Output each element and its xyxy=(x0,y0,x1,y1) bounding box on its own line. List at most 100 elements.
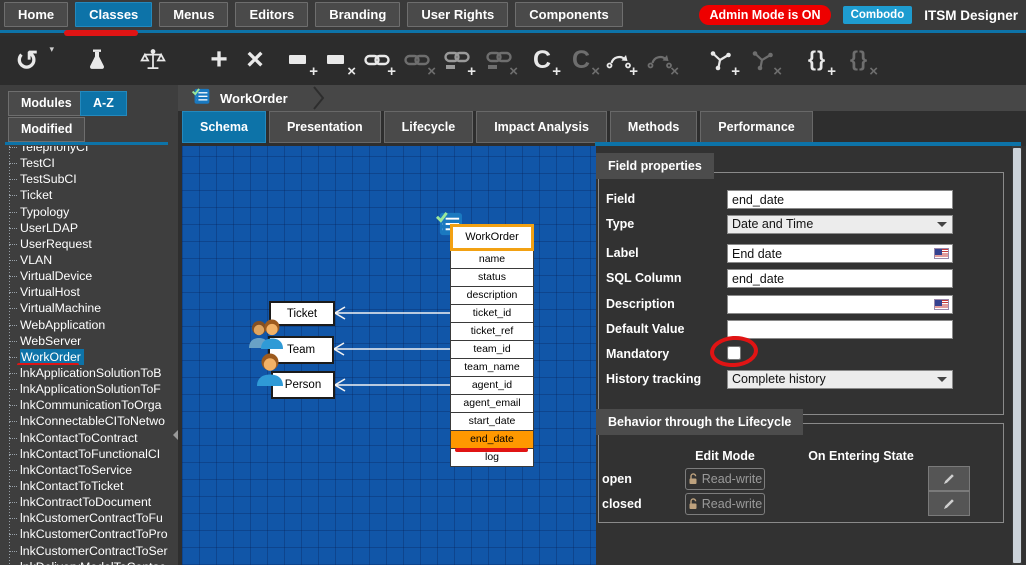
list-item[interactable]: lnkContactToService xyxy=(6,462,172,478)
delete-icon[interactable]: × xyxy=(240,44,270,76)
list-item-workorder-selected[interactable]: WorkOrder xyxy=(6,349,172,365)
on-entering-state-column-header: On Entering State xyxy=(801,449,921,463)
add-method-icon[interactable]: {}+ xyxy=(802,44,832,76)
menu-classes[interactable]: Classes xyxy=(75,2,152,27)
menu-menus[interactable]: Menus xyxy=(159,2,228,27)
menu-home[interactable]: Home xyxy=(4,2,68,27)
tab-schema[interactable]: Schema xyxy=(182,111,266,143)
list-item[interactable]: lnkCommunicationToOrga xyxy=(6,397,172,413)
list-item[interactable]: lnkContactToTicket xyxy=(6,478,172,494)
list-item[interactable]: lnkContractToDocument xyxy=(6,494,172,510)
type-select[interactable]: Date and Time xyxy=(727,215,953,234)
chevron-down-icon xyxy=(937,377,947,382)
entity-field-status[interactable]: status xyxy=(450,269,534,287)
list-item[interactable]: lnkCustomerContractToFu xyxy=(6,510,172,526)
class-list: TelephonyCI TestCI TestSubCI Ticket Typo… xyxy=(6,146,172,565)
delete-state-icon: C× xyxy=(566,44,596,76)
field-input[interactable] xyxy=(727,190,953,209)
entity-field-start-date[interactable]: start_date xyxy=(450,413,534,431)
entity-field-name[interactable]: name xyxy=(450,251,534,269)
list-item[interactable]: TelephonyCI xyxy=(6,146,172,155)
description-input[interactable] xyxy=(727,295,953,314)
pencil-icon xyxy=(943,473,955,485)
entity-field-description[interactable]: description xyxy=(450,287,534,305)
flask-sandbox-icon[interactable] xyxy=(82,44,112,76)
tab-performance[interactable]: Performance xyxy=(700,111,812,143)
entity-field-agent-email[interactable]: agent_email xyxy=(450,395,534,413)
tab-impact-analysis[interactable]: Impact Analysis xyxy=(476,111,607,143)
list-item[interactable]: VirtualMachine xyxy=(6,300,172,316)
list-item[interactable]: lnkContactToFunctionalCI xyxy=(6,446,172,462)
list-item[interactable]: UserLDAP xyxy=(6,220,172,236)
open-on-entering-state-edit-button[interactable] xyxy=(928,466,970,491)
add-external-key-icon[interactable]: + xyxy=(442,44,472,76)
closed-edit-mode-button[interactable]: Read-write xyxy=(685,493,765,515)
undo-icon[interactable]: ↺▾ xyxy=(12,44,42,76)
list-item[interactable]: Ticket xyxy=(6,187,172,203)
delete-field-icon[interactable]: × xyxy=(322,44,352,76)
entity-workorder-table[interactable]: WorkOrder name status description ticket… xyxy=(450,224,534,467)
tab-lifecycle[interactable]: Lifecycle xyxy=(384,111,474,143)
entity-workorder-header[interactable]: WorkOrder xyxy=(450,224,534,251)
menu-components[interactable]: Components xyxy=(515,2,622,27)
list-item[interactable]: lnkApplicationSolutionToF xyxy=(6,381,172,397)
closed-on-entering-state-edit-button[interactable] xyxy=(928,491,970,516)
top-menu-bar: Home Classes Menus Editors Branding User… xyxy=(0,0,1026,33)
delete-link-icon: × xyxy=(402,44,432,76)
list-item[interactable]: TestCI xyxy=(6,155,172,171)
combodo-brand-button[interactable]: Combodo xyxy=(843,6,913,24)
list-item[interactable]: VirtualDevice xyxy=(6,268,172,284)
menu-branding[interactable]: Branding xyxy=(315,2,400,27)
list-item[interactable]: TestSubCI xyxy=(6,171,172,187)
admin-mode-badge: Admin Mode is ON xyxy=(699,5,830,25)
lifecycle-behavior-legend: Behavior through the Lifecycle xyxy=(596,409,803,435)
add-field-icon[interactable]: + xyxy=(284,44,314,76)
open-edit-mode-button[interactable]: Read-write xyxy=(685,468,765,490)
entity-field-end-date-selected[interactable]: end_date xyxy=(450,431,534,449)
sidebar-collapse-handle[interactable] xyxy=(168,430,178,440)
entity-field-agent-id[interactable]: agent_id xyxy=(450,377,534,395)
list-item[interactable]: WebServer xyxy=(6,333,172,349)
add-icon[interactable]: + xyxy=(204,44,234,76)
add-state-icon[interactable]: C+ xyxy=(527,44,557,76)
list-item[interactable]: lnkConnectableCIToNetwo xyxy=(6,413,172,429)
list-item[interactable]: lnkApplicationSolutionToB xyxy=(6,365,172,381)
list-item[interactable]: WebApplication xyxy=(6,317,172,333)
entity-field-team-id[interactable]: team_id xyxy=(450,341,534,359)
sql-column-label: SQL Column xyxy=(606,271,681,285)
default-value-input[interactable] xyxy=(727,320,953,339)
schema-diagram-canvas[interactable]: Ticket Team Person WorkOrder name status… xyxy=(182,146,596,565)
list-item[interactable]: lnkDeliveryModelToContac xyxy=(6,559,172,565)
sidebar-tab-modules[interactable]: Modules xyxy=(8,91,85,116)
list-item[interactable]: lnkCustomerContractToPro xyxy=(6,526,172,542)
menu-editors[interactable]: Editors xyxy=(235,2,308,27)
entity-field-ticket-id[interactable]: ticket_id xyxy=(450,305,534,323)
list-item[interactable]: VLAN xyxy=(6,252,172,268)
tab-presentation[interactable]: Presentation xyxy=(269,111,381,143)
class-browser-sidebar: Modules A-Z Modified TelephonyCI TestCI … xyxy=(0,85,178,565)
tab-methods[interactable]: Methods xyxy=(610,111,697,143)
add-transition-icon[interactable]: + xyxy=(604,44,634,76)
label-input[interactable] xyxy=(727,244,953,263)
add-relation-icon[interactable]: + xyxy=(706,44,736,76)
undo-dropdown-caret[interactable]: ▾ xyxy=(49,44,54,55)
annotation-underline-classes xyxy=(64,30,138,36)
scales-audit-icon[interactable] xyxy=(138,44,168,76)
add-link-icon[interactable]: + xyxy=(362,44,392,76)
props-scrollbar-thumb[interactable] xyxy=(1013,148,1021,563)
menu-user-rights[interactable]: User Rights xyxy=(407,2,508,27)
itsm-designer-window: Home Classes Menus Editors Branding User… xyxy=(0,0,1026,565)
sql-column-input[interactable] xyxy=(727,269,953,288)
props-scrollbar[interactable] xyxy=(1012,146,1022,565)
field-properties-legend: Field properties xyxy=(596,153,714,179)
list-item[interactable]: lnkCustomerContractToSer xyxy=(6,543,172,559)
list-item[interactable]: lnkContactToContract xyxy=(6,430,172,446)
list-item[interactable]: UserRequest xyxy=(6,236,172,252)
entity-field-team-name[interactable]: team_name xyxy=(450,359,534,377)
list-item[interactable]: VirtualHost xyxy=(6,284,172,300)
sidebar-tab-a-z[interactable]: A-Z xyxy=(80,91,127,116)
sidebar-tab-modified[interactable]: Modified xyxy=(8,117,85,142)
entity-field-ticket-ref[interactable]: ticket_ref xyxy=(450,323,534,341)
history-tracking-select[interactable]: Complete history xyxy=(727,370,953,389)
list-item[interactable]: Typology xyxy=(6,204,172,220)
